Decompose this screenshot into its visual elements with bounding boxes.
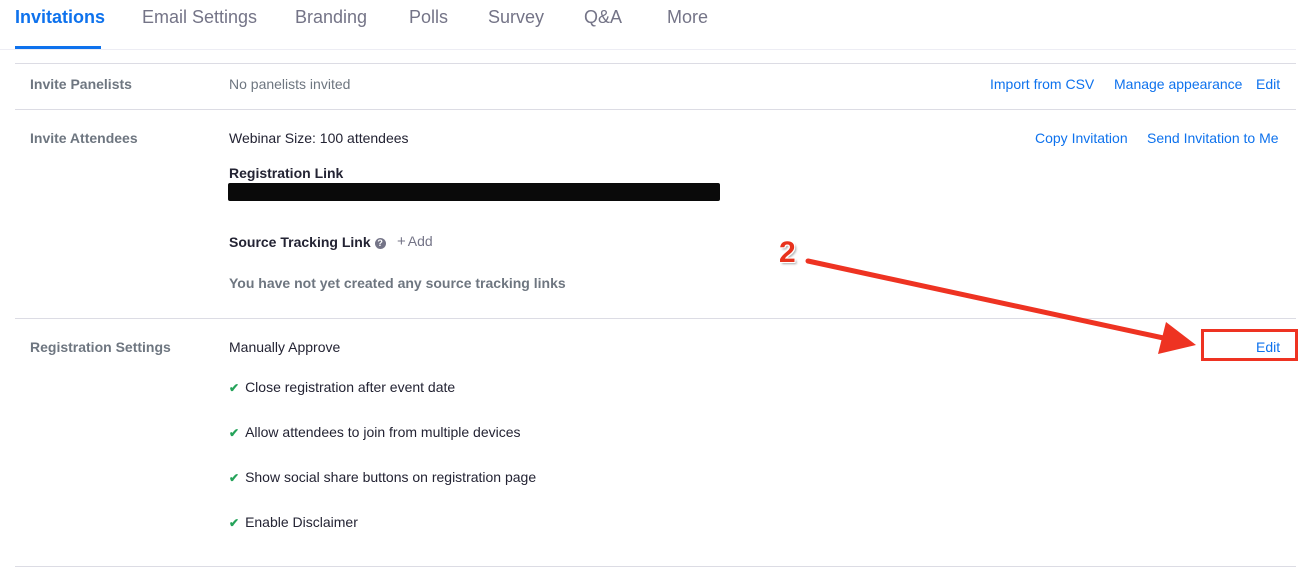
tab-more[interactable]: More (667, 7, 708, 28)
registration-option: ✔ Allow attendees to join from multiple d… (229, 424, 521, 440)
option-label: Allow attendees to join from multiple de… (245, 424, 521, 440)
panelists-status: No panelists invited (229, 76, 351, 92)
tab-qa[interactable]: Q&A (584, 7, 622, 28)
option-label: Show social share buttons on registratio… (245, 469, 537, 485)
section-divider (15, 109, 1296, 110)
tab-bar: Invitations Email Settings Branding Poll… (0, 0, 1296, 50)
registration-option: ✔ Show social share buttons on registrati… (229, 469, 536, 485)
approval-setting: Manually Approve (229, 339, 341, 355)
registration-settings-label: Registration Settings (30, 339, 171, 355)
redacted-registration-url (228, 183, 720, 201)
registration-link-heading: Registration Link (229, 165, 344, 181)
manage-appearance-link[interactable]: Manage appearance (1114, 76, 1242, 92)
tab-survey[interactable]: Survey (488, 7, 544, 28)
no-tracking-links-text: You have not yet created any source trac… (229, 275, 566, 291)
check-icon: ✔ (229, 381, 240, 395)
webinar-size: Webinar Size: 100 attendees (229, 130, 409, 146)
plus-icon: + (397, 233, 406, 250)
option-label: Close registration after event date (245, 379, 456, 395)
tab-invitations[interactable]: Invitations (15, 7, 105, 28)
active-tab-indicator (15, 46, 101, 49)
send-invitation-link[interactable]: Send Invitation to Me (1147, 130, 1279, 146)
tab-polls[interactable]: Polls (409, 7, 448, 28)
copy-invitation-link[interactable]: Copy Invitation (1035, 130, 1128, 146)
tab-email-settings[interactable]: Email Settings (142, 7, 257, 28)
registration-option: ✔ Close registration after event date (229, 379, 455, 395)
annotation-step-number: 2 (779, 236, 796, 269)
check-icon: ✔ (229, 426, 240, 440)
tab-branding[interactable]: Branding (295, 7, 367, 28)
help-icon[interactable]: ? (374, 238, 386, 249)
section-divider (15, 63, 1296, 64)
annotation-highlight-box (1201, 329, 1298, 361)
panelists-edit-link[interactable]: Edit (1256, 76, 1280, 92)
source-tracking-label: Source Tracking Link (229, 234, 371, 250)
add-tracking-link-button[interactable]: + Add (397, 233, 433, 250)
source-tracking-heading: Source Tracking Link? (229, 234, 386, 250)
option-label: Enable Disclaimer (245, 514, 358, 530)
check-icon: ✔ (229, 516, 240, 530)
section-divider (15, 566, 1296, 567)
registration-option: ✔ Enable Disclaimer (229, 514, 358, 530)
invite-panelists-label: Invite Panelists (30, 76, 132, 92)
section-divider (15, 318, 1296, 319)
check-icon: ✔ (229, 471, 240, 485)
add-label: Add (407, 233, 433, 249)
invite-attendees-label: Invite Attendees (30, 130, 138, 146)
import-csv-link[interactable]: Import from CSV (990, 76, 1094, 92)
